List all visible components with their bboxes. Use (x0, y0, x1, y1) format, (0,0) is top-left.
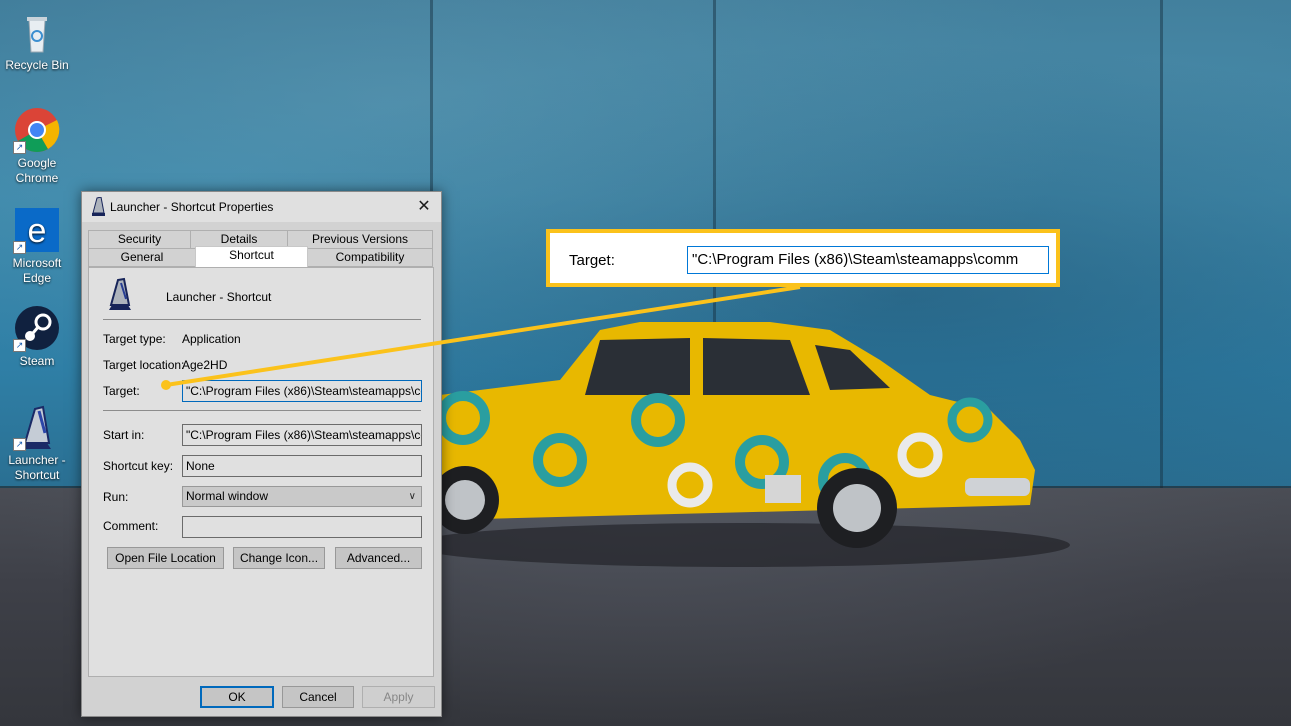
comment-label: Comment: (103, 519, 159, 533)
dialog-title: Launcher - Shortcut Properties (110, 200, 274, 214)
desktop-icon-label: Steam (19, 354, 55, 368)
target-type-label: Target type: (103, 332, 166, 346)
desktop-icon-launcher-shortcut[interactable]: ↗ Launcher - Shortcut (2, 403, 72, 483)
desktop-icon-label: Edge (22, 271, 52, 285)
shortcut-key-field[interactable]: None (182, 455, 422, 477)
apply-button[interactable]: Apply (362, 686, 435, 708)
shortcut-key-label: Shortcut key: (103, 459, 174, 473)
target-field[interactable]: "C:\Program Files (x86)\Steam\steamapps\… (182, 380, 422, 402)
target-label: Target: (103, 384, 140, 398)
change-icon-button[interactable]: Change Icon... (233, 547, 325, 569)
chevron-down-icon: ∨ (408, 491, 416, 502)
shortcut-name: Launcher - Shortcut (166, 290, 272, 304)
desktop: Recycle Bin ↗ Google Chrome e ↗ Microsof… (0, 0, 1291, 726)
run-select[interactable]: Normal window ∨ (182, 486, 422, 507)
shortcut-properties-dialog: Launcher - Shortcut Properties ✕ Securit… (81, 191, 442, 717)
advanced-button[interactable]: Advanced... (335, 547, 422, 569)
desktop-icon-label: Launcher - (8, 453, 66, 467)
divider (103, 410, 421, 411)
launcher-large-icon (103, 277, 137, 311)
desktop-icon-label: Shortcut (14, 468, 60, 482)
shortcut-arrow-icon: ↗ (13, 241, 26, 254)
tab-general[interactable]: General (88, 248, 196, 267)
divider (103, 319, 421, 320)
edge-icon: e ↗ (13, 206, 61, 254)
close-button[interactable]: ✕ (411, 194, 437, 220)
chrome-icon: ↗ (13, 106, 61, 154)
tab-security[interactable]: Security (88, 230, 191, 249)
run-select-value: Normal window (186, 489, 269, 503)
cancel-button[interactable]: Cancel (282, 686, 354, 708)
start-in-label: Start in: (103, 428, 145, 442)
comment-field[interactable] (182, 516, 422, 538)
callout-target-label: Target: (569, 252, 615, 269)
callout-target-field: "C:\Program Files (x86)\Steam\steamapps\… (687, 246, 1049, 274)
dialog-titlebar[interactable]: Launcher - Shortcut Properties ✕ (82, 192, 441, 222)
target-type-value: Application (182, 332, 241, 346)
desktop-icon-google-chrome[interactable]: ↗ Google Chrome (2, 106, 72, 186)
desktop-icon-label: Chrome (15, 171, 59, 185)
desktop-icon-label: Recycle Bin (5, 58, 69, 72)
target-callout: Target: "C:\Program Files (x86)\Steam\st… (546, 229, 1060, 287)
tab-shortcut[interactable]: Shortcut (195, 246, 308, 267)
steam-icon: ↗ (13, 304, 61, 352)
shortcut-arrow-icon: ↗ (13, 141, 26, 154)
target-location-label: Target location: (103, 358, 185, 372)
shortcut-arrow-icon: ↗ (13, 339, 26, 352)
desktop-icon-label: Google (17, 156, 57, 170)
desktop-icon-steam[interactable]: ↗ Steam (2, 304, 72, 369)
shortcut-arrow-icon: ↗ (13, 438, 26, 451)
desktop-icon-label: Microsoft (12, 256, 62, 270)
tab-compatibility[interactable]: Compatibility (307, 248, 433, 267)
desktop-icon-microsoft-edge[interactable]: e ↗ Microsoft Edge (2, 206, 72, 286)
svg-text:e: e (28, 212, 47, 250)
shortcut-tab-panel: Launcher - Shortcut Target type: Applica… (88, 267, 434, 677)
start-in-field[interactable]: "C:\Program Files (x86)\Steam\steamapps\… (182, 424, 422, 446)
tab-previous-versions[interactable]: Previous Versions (287, 230, 433, 249)
desktop-icon-recycle-bin[interactable]: Recycle Bin (2, 8, 72, 73)
target-location-value: Age2HD (182, 358, 228, 372)
ok-button[interactable]: OK (200, 686, 274, 708)
launcher-app-icon (89, 196, 107, 217)
open-file-location-button[interactable]: Open File Location (107, 547, 224, 569)
run-label: Run: (103, 490, 129, 504)
launcher-icon: ↗ (13, 403, 61, 451)
recycle-bin-icon (13, 8, 61, 56)
